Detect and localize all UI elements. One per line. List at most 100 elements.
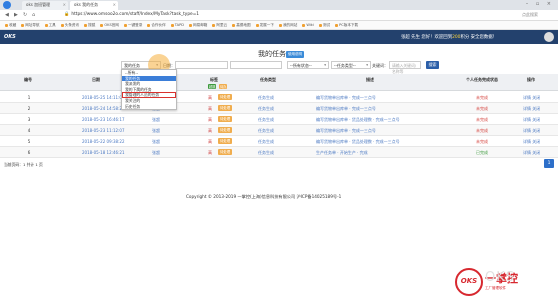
row-tag[interactable]: 待处理 [218, 105, 233, 111]
brand-logo[interactable]: OKS [4, 34, 16, 40]
col-no: 编号 [24, 77, 32, 82]
task-type-select[interactable]: --任务类型-- ▾ [331, 61, 371, 69]
filter-bar: 我的任务 ▾ 日期： --所有状态-- ▾ --任务类型-- ▾ 关键词： 请输… [0, 61, 558, 74]
table-row: 5 2018-05-22 09:38:22 张超 高 待处理 任务生成 编写货物单出库单 ·… [0, 136, 558, 147]
pagination-summary: 当前页码：1 共计 1 页 [4, 162, 43, 167]
row-type[interactable]: 任务生成 [258, 139, 274, 145]
welcome-text: 张超 先生 您好！欢迎回到200积分 安全您数据！ [401, 35, 498, 40]
row-person[interactable]: 张超 [152, 139, 160, 145]
row-date[interactable]: 2018-05-24 14:58:25 [82, 106, 124, 111]
window-controls[interactable]: – ▫ × [526, 1, 554, 7]
lock-icon: 🔒 [64, 12, 70, 17]
url-text: https://www.omsoo2o.com/staff/Index/MyTa… [71, 12, 200, 17]
bookmark-item[interactable]: TAPD [171, 23, 184, 27]
bookmark-item[interactable]: 头条资讯 [61, 23, 79, 28]
row-desc[interactable]: 生产任务单 · 开始生产 · 完成 [316, 150, 368, 156]
copyright: Copyright © 2013-2019 一掌控(上海)信息科技有限公司 沪I… [186, 194, 342, 199]
row-tag[interactable]: 待处理 [218, 138, 233, 144]
row-desc[interactable]: 编写货物单出库单 · 完成一三点号 [316, 106, 376, 112]
page-button[interactable]: 1 [544, 159, 554, 168]
row-person[interactable]: 张超 [152, 150, 160, 156]
forward-icon[interactable]: ▶ [14, 12, 18, 18]
row-ops[interactable]: 详情 关闭 [523, 95, 540, 101]
status-select[interactable]: --所有状态-- ▾ [287, 61, 329, 69]
refresh-icon[interactable]: ↻ [23, 12, 27, 18]
bookmark-item[interactable]: 收藏 [5, 23, 16, 28]
row-date[interactable]: 2018-05-22 09:38:22 [82, 139, 124, 144]
row-date[interactable]: 2018-05-23 11:12:07 [82, 128, 124, 133]
row-ops[interactable]: 详情 关闭 [523, 128, 540, 134]
row-type[interactable]: 任务生成 [258, 128, 274, 134]
bookmark-item[interactable]: 一键登录 [124, 23, 142, 28]
avatar[interactable] [544, 32, 554, 42]
row-desc[interactable]: 编写货物单出库单 · 货品处理数 · 完成一三点号 [316, 139, 400, 145]
close-icon[interactable]: × [113, 2, 116, 7]
bookmark-item[interactable]: PC版本下载 [335, 23, 358, 28]
bookmark-item[interactable]: 阿里云 [212, 23, 227, 28]
browser-tab-2[interactable]: oks 我的任务 × [70, 1, 118, 10]
bookmark-item[interactable]: 工具 [45, 23, 56, 28]
bookmark-item[interactable]: 搜狐 [84, 23, 95, 28]
row-tag[interactable]: 待处理 [218, 94, 233, 100]
row-ops[interactable]: 详情 关闭 [523, 117, 540, 123]
row-type[interactable]: 任务生成 [258, 106, 274, 112]
bookmark-item[interactable]: Wiki [302, 23, 314, 27]
home-icon[interactable]: ⌂ [32, 12, 35, 18]
row-priority: 高 [208, 150, 212, 155]
table-row: 3 2018-05-23 16:46:17 张超 高 待处理 任务生成 编写货物单出库单 ·… [0, 114, 558, 125]
row-type[interactable]: 任务生成 [258, 95, 274, 101]
bookmark-item[interactable]: 高德地图 [232, 23, 250, 28]
row-desc[interactable]: 编写货物单出库单 · 货品处理数 · 完成一三点号 [316, 117, 400, 123]
table-row: 22018-05-24 14:58:25张超高待处理任务生成编写货物单出库单 ·… [0, 103, 558, 114]
row-no: 6 [27, 150, 31, 155]
back-icon[interactable]: ◀ [5, 12, 9, 18]
date-end-input[interactable] [230, 61, 282, 69]
bookmark-item[interactable]: 测试 [319, 23, 330, 28]
row-type[interactable]: 任务生成 [258, 117, 274, 123]
row-date[interactable]: 2018-05-25 14:11:00 [82, 95, 124, 100]
row-date[interactable]: 2018-05-23 16:46:17 [82, 117, 124, 122]
help-badge[interactable]: 使用说明 [286, 51, 304, 58]
row-ops[interactable]: 详情 关闭 [523, 139, 540, 145]
row-ops[interactable]: 详情 关闭 [523, 150, 540, 156]
close-icon[interactable]: × [63, 2, 66, 7]
bookmark-item[interactable]: OKS官网 [100, 23, 119, 28]
bookmark-item[interactable]: 合作伙伴 [147, 23, 165, 28]
row-no: 2 [27, 106, 31, 111]
row-person[interactable]: 张超 [152, 117, 160, 123]
col-ops: 操作 [527, 77, 535, 82]
row-person[interactable]: 张超 [152, 128, 160, 134]
col-desc: 描述 [366, 77, 374, 82]
row-tag[interactable]: 待处理 [218, 116, 233, 122]
task-scope-dropdown[interactable]: --所有-- 我的任务 我派发的 我的下属的任务 我管理的人员的任务 我关注的 历史任务 [121, 69, 177, 111]
dropdown-option[interactable]: 历史任务 [122, 104, 176, 110]
tag-pending[interactable]: 待办 [219, 84, 228, 89]
row-status: 已完成 [476, 150, 488, 155]
search-button[interactable]: 搜索 [426, 61, 439, 69]
row-desc[interactable]: 编写货物单出库单 · 完成一三点号 [316, 95, 376, 101]
row-no: 5 [27, 139, 31, 144]
row-tag[interactable]: 待处理 [218, 127, 233, 133]
bookmark-item[interactable]: 发展一下 [256, 23, 274, 28]
row-date[interactable]: 2018-05-18 12:46:21 [82, 150, 124, 155]
url-field[interactable]: 🔒 https://www.omsoo2o.com/staff/Index/MyT… [62, 12, 422, 19]
bookmarks-bar: 收藏 网址导航 工具 头条资讯 搜狐 OKS官网 一键登录 合作伙伴 TAPD 网易邮箱 阿里云 高德… [0, 21, 558, 30]
watermark-sub: 工厂管理软件 [485, 286, 506, 290]
browser-tab-1[interactable]: oks 加班管理 × [22, 1, 68, 10]
row-priority: 高 [208, 139, 212, 144]
row-type[interactable]: 任务生成 [258, 150, 274, 156]
row-ops[interactable]: 详情 关闭 [523, 106, 540, 112]
watermark-faint: OKS [485, 270, 516, 285]
keyword-input[interactable]: 请输入关键词/名称等 [389, 61, 421, 74]
row-priority: 高 [208, 128, 212, 133]
bookmark-item[interactable]: 网易邮箱 [189, 23, 207, 28]
address-bar: ◀ ▶ ↻ ⌂ 🔒 https://www.omsoo2o.com/staff/I… [0, 10, 558, 21]
row-tag[interactable]: 待处理 [218, 149, 233, 155]
bookmark-item[interactable]: 网址导航 [21, 23, 39, 28]
search-hint[interactable]: 点此搜索 [522, 12, 538, 18]
bookmark-item[interactable]: 我的网站 [279, 23, 297, 28]
row-desc[interactable]: 编写货物单出库单 · 完成一三点号 [316, 128, 376, 134]
main-content: 我的任务 使用说明 我的任务 ▾ 日期： --所有状态-- ▾ --任务类型--… [0, 44, 558, 303]
date-start-input[interactable] [175, 61, 228, 69]
tag-overdue[interactable]: 超期 [208, 84, 217, 89]
